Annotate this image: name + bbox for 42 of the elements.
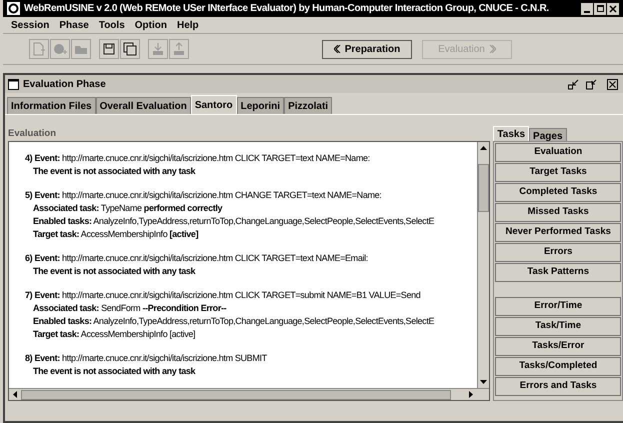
tab[interactable]: Pizzolati xyxy=(284,97,332,114)
task-button[interactable]: Missed Tasks xyxy=(495,203,621,222)
event-line: The event is not associated with any task xyxy=(32,165,196,178)
task-button[interactable]: Evaluation xyxy=(495,143,621,162)
frame-title: Evaluation Phase xyxy=(23,78,106,92)
section-label: Evaluation xyxy=(8,127,58,141)
task-button[interactable]: Error/Time xyxy=(495,297,621,316)
menu-item[interactable]: Session xyxy=(11,18,50,32)
tab[interactable]: Santoro xyxy=(190,95,237,114)
task-button[interactable]: Tasks/Error xyxy=(495,337,621,356)
menu-item[interactable]: Tools xyxy=(98,18,125,32)
tab[interactable]: Pages xyxy=(529,128,567,141)
menu-item[interactable]: Help xyxy=(176,18,199,32)
tab[interactable]: Overall Evaluation xyxy=(96,97,191,114)
window-title: WebRemUSINE v 2.0 (Web REMote USer INterface Evaluator) by Human-Computer Interaction Group, CNUCE - C.N.R. xyxy=(24,2,550,16)
event-line: Target task: AccessMembershipInfo [active] xyxy=(32,228,200,241)
event-line: The event is not associated with any task xyxy=(32,265,196,278)
task-button[interactable]: Task Patterns xyxy=(495,263,621,282)
task-button[interactable]: Task/Time xyxy=(495,317,621,336)
task-button[interactable]: Errors and Tasks xyxy=(495,377,621,396)
event-line: Target task: AccessMembershipInfo [active] xyxy=(32,328,196,341)
event-line: Associated task: TypeName performed correctly xyxy=(32,202,224,215)
task-button[interactable]: Never Performed Tasks xyxy=(495,223,621,242)
tab[interactable]: Tasks xyxy=(493,126,530,141)
event-line: Associated task: SendForm --Precondition Error-- xyxy=(32,302,228,315)
tab[interactable]: Information Files xyxy=(7,97,96,114)
task-button[interactable]: Errors xyxy=(495,243,621,262)
menu-item[interactable]: Option xyxy=(134,18,167,32)
phase-button[interactable]: Preparation xyxy=(322,40,412,58)
event-line: The event is not associated with any task xyxy=(32,365,196,378)
task-button[interactable]: Target Tasks xyxy=(495,163,621,182)
menu-item[interactable]: Phase xyxy=(59,18,89,32)
event-line: Enabled tasks: AnalyzeInfo,TypeAddress,returnToTop,ChangeLanguage,SelectPeople,SelectEvents,SelectE xyxy=(32,215,436,228)
event-line: 5) Event: http://marte.cnuce.cnr.it/sigchi/ita/iscrizione.htm CHANGE TARGET=text NAME=Name: xyxy=(25,189,382,202)
event-line: 7) Event: http://marte.cnuce.cnr.it/sigchi/ita/iscrizione.htm CLICK TARGET=submit NAME=B1 VALUE=Send xyxy=(25,289,422,302)
task-button[interactable]: Completed Tasks xyxy=(495,183,621,202)
event-line: Enabled tasks: AnalyzeInfo,TypeAddress,returnToTop,ChangeLanguage,SelectPeople,SelectEvents,SelectE xyxy=(32,315,436,328)
tab[interactable]: Leporini xyxy=(236,97,284,114)
event-line: 6) Event: http://marte.cnuce.cnr.it/sigchi/ita/iscrizione.htm CLICK TARGET=text NAME=Email: xyxy=(25,252,369,265)
event-line: 4) Event: http://marte.cnuce.cnr.it/sigchi/ita/iscrizione.htm CLICK TARGET=text NAME=Name: xyxy=(25,152,371,165)
event-line: 8) Event: http://marte.cnuce.cnr.it/sigchi/ita/iscrizione.htm SUBMIT xyxy=(25,352,268,365)
task-button[interactable]: Tasks/Completed xyxy=(495,357,621,376)
